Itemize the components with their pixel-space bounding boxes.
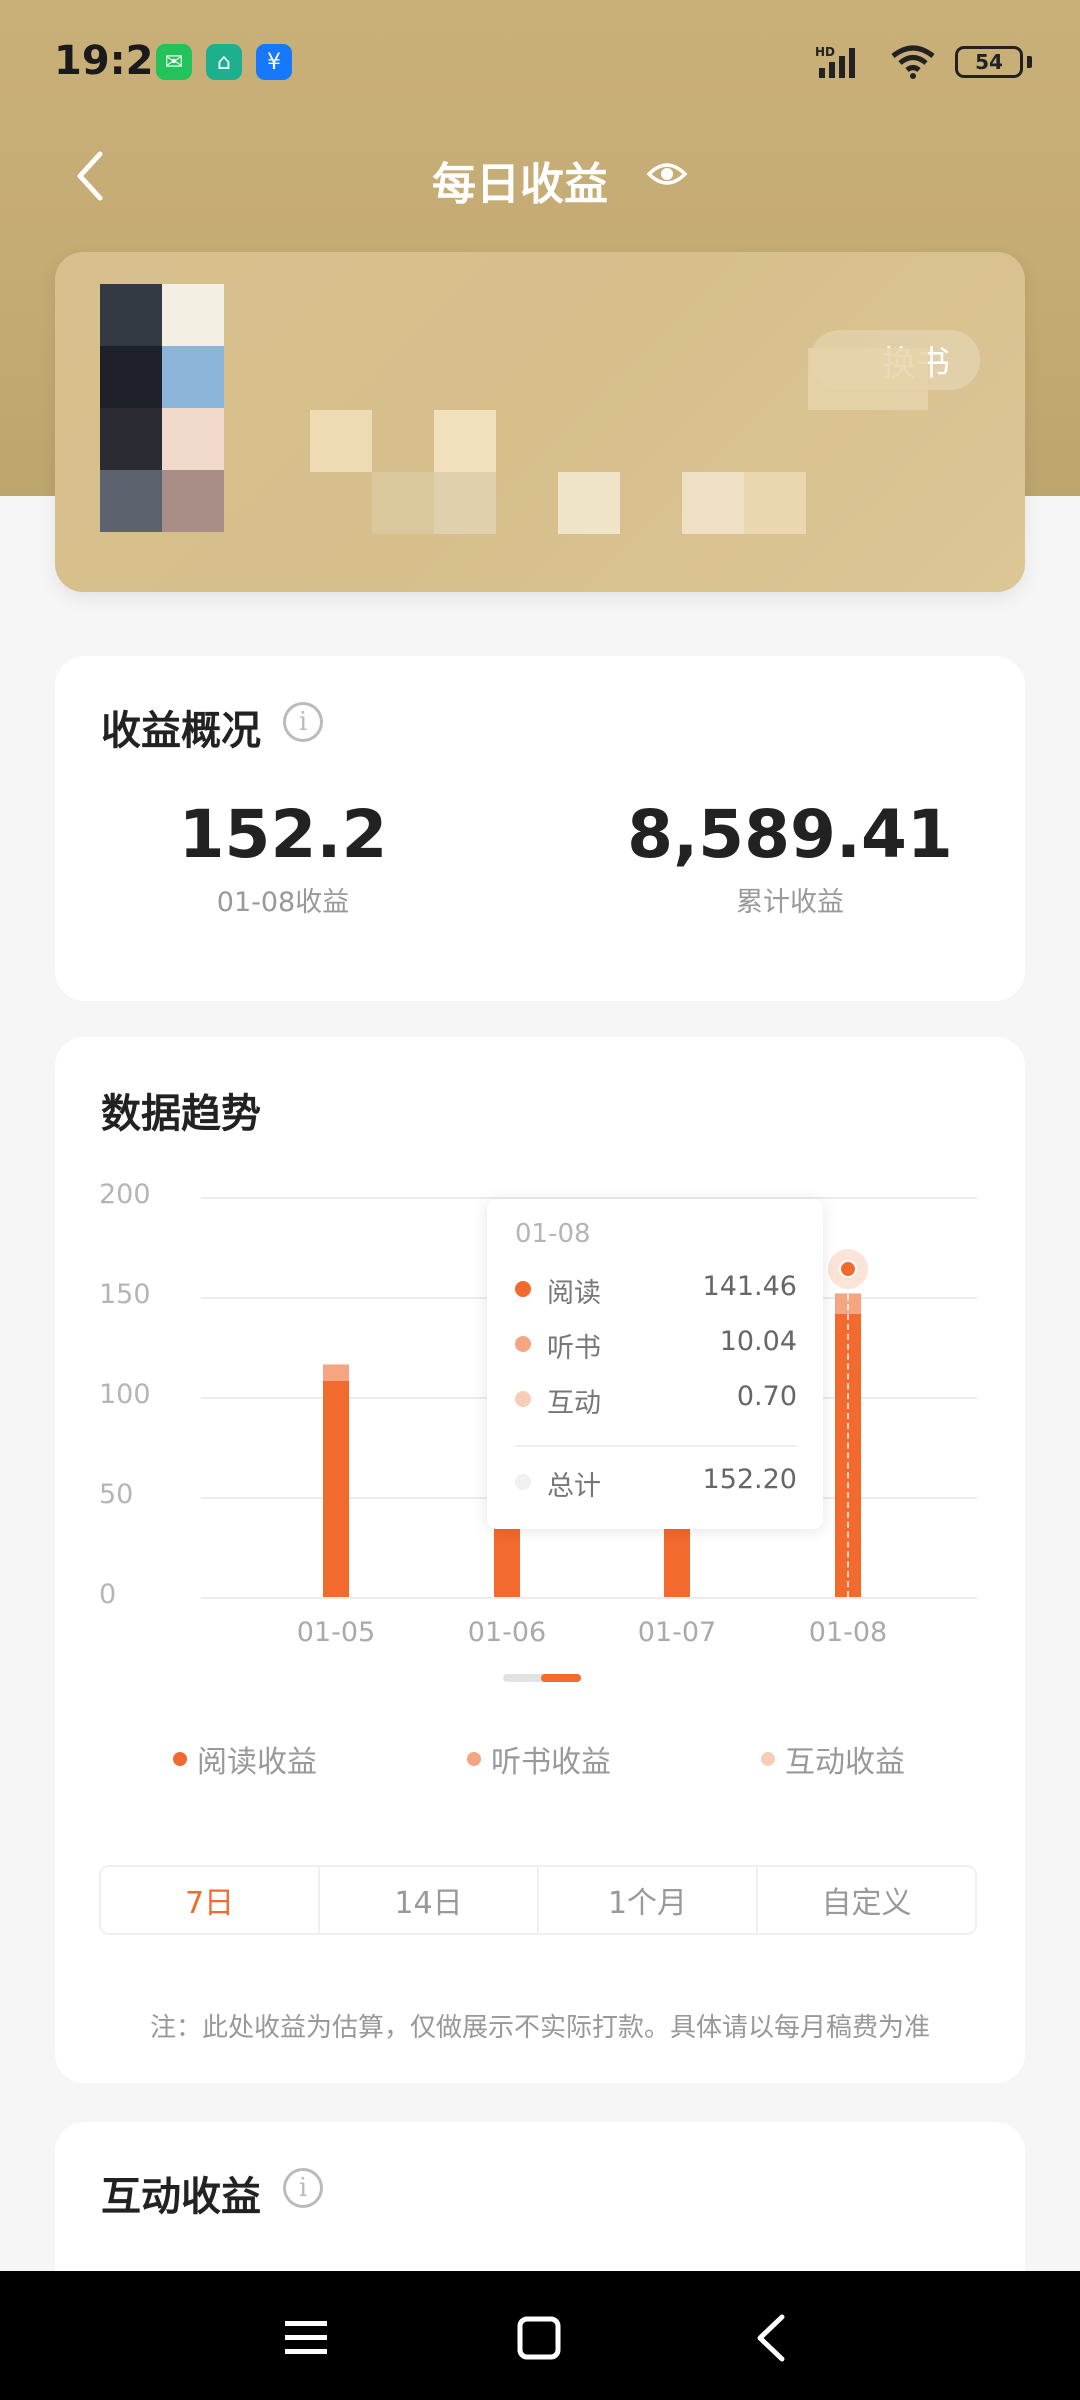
- tooltip-dot: [515, 1336, 531, 1352]
- mi-home-icon: ⌂: [206, 44, 242, 80]
- book-cover: [100, 284, 260, 532]
- tooltip-row: 阅读 141.46: [515, 1267, 797, 1309]
- blurred-text: [744, 472, 806, 534]
- range-tab[interactable]: 1个月: [539, 1867, 758, 1933]
- system-icons: HD 54: [815, 44, 1032, 80]
- cover-pixel: [162, 408, 224, 470]
- tooltip-value: 0.70: [736, 1381, 797, 1412]
- total-earnings-label: 累计收益: [736, 887, 844, 918]
- book-card[interactable]: 换书: [55, 252, 1025, 592]
- tooltip-row: 听书 10.04: [515, 1322, 797, 1364]
- earnings-overview-card: 收益概况 i 152.2 01-08收益 8,589.41 累计收益: [55, 656, 1025, 1001]
- eye-icon[interactable]: [645, 154, 689, 194]
- info-icon[interactable]: i: [283, 702, 323, 742]
- back-icon[interactable]: [746, 2311, 800, 2365]
- range-tab[interactable]: 自定义: [758, 1867, 975, 1933]
- cover-pixel: [100, 284, 162, 346]
- tooltip-value: 10.04: [719, 1326, 797, 1357]
- tooltip-label: 总计: [547, 1471, 601, 1502]
- info-icon[interactable]: i: [283, 2168, 323, 2208]
- battery-icon: 54: [955, 46, 1023, 78]
- range-tab[interactable]: 7日: [101, 1867, 320, 1933]
- notification-icons: ✉ ⌂ ¥: [156, 44, 292, 80]
- cover-pixel: [100, 346, 162, 408]
- y-tick-label: 100: [99, 1379, 151, 1410]
- tooltip-value: 152.20: [702, 1464, 797, 1495]
- y-tick-label: 0: [99, 1579, 117, 1610]
- interaction-title: 互动收益: [101, 2174, 261, 2220]
- y-tick-label: 200: [99, 1179, 151, 1210]
- blurred-button-part: [808, 348, 928, 410]
- cursor-point: [839, 1260, 857, 1278]
- tooltip-row: 互动 0.70: [515, 1377, 797, 1419]
- blurred-text: [372, 472, 434, 534]
- tooltip-separator: [515, 1445, 797, 1447]
- legend-item[interactable]: 互动收益: [761, 1737, 905, 1781]
- tooltip-dot: [515, 1391, 531, 1407]
- bar-01-05-listen[interactable]: [323, 1365, 349, 1381]
- chart-tooltip: 01-08 阅读 141.46 听书 10.04 互动 0.70 总计 152.20: [487, 1199, 823, 1529]
- tooltip-date: 01-08: [515, 1219, 591, 1249]
- page-title: 每日收益: [432, 159, 608, 210]
- cover-pixel: [100, 408, 162, 470]
- x-tick-label: 01-08: [808, 1617, 888, 1648]
- page-header: 每日收益: [0, 130, 1080, 222]
- range-tabs: 7日 14日 1个月 自定义: [99, 1865, 977, 1935]
- home-icon[interactable]: [512, 2311, 566, 2365]
- menu-icon[interactable]: [279, 2311, 333, 2365]
- chart-scroll-thumb: [541, 1674, 581, 1682]
- legend-dot: [761, 1752, 775, 1766]
- x-tick-label: 01-06: [467, 1617, 547, 1648]
- status-bar: 19:26 ✉ ⌂ ¥ HD 54: [0, 0, 1080, 126]
- tooltip-dot: [515, 1474, 531, 1490]
- alipay-icon: ¥: [256, 44, 292, 80]
- y-tick-label: 150: [99, 1279, 151, 1310]
- battery-tip: [1027, 56, 1032, 68]
- bar-01-05-interact[interactable]: [323, 1364, 349, 1365]
- cover-pixel: [162, 284, 224, 346]
- blurred-title: [434, 410, 496, 472]
- blurred-text: [434, 472, 496, 534]
- tooltip-total-row: 总计 152.20: [515, 1460, 797, 1502]
- today-earnings-label: 01-08收益: [216, 887, 350, 918]
- overview-title: 收益概况: [101, 708, 261, 754]
- range-tab[interactable]: 14日: [320, 1867, 539, 1933]
- cover-pixel: [162, 346, 224, 408]
- today-earnings-value: 152.2: [178, 796, 388, 873]
- bar-01-05-read[interactable]: [323, 1381, 349, 1597]
- tooltip-dot: [515, 1281, 531, 1297]
- wifi-icon: [891, 45, 935, 79]
- legend-item[interactable]: 阅读收益: [173, 1737, 317, 1781]
- navigation-bar: [0, 2271, 1080, 2400]
- tooltip-value: 141.46: [702, 1271, 797, 1302]
- x-tick-label: 01-05: [296, 1617, 376, 1648]
- y-tick-label: 50: [99, 1479, 134, 1510]
- blurred-text: [558, 472, 620, 534]
- blurred-title: [310, 410, 372, 472]
- tooltip-label: 阅读: [547, 1278, 601, 1309]
- chart-legend: 阅读收益 听书收益 互动收益: [55, 1737, 1025, 1780]
- blurred-text: [682, 472, 744, 534]
- legend-label: 阅读收益: [197, 1745, 317, 1780]
- legend-label: 互动收益: [785, 1745, 905, 1780]
- earnings-note: 注：此处收益为估算，仅做展示不实际打款。具体请以每月稿费为准: [149, 2013, 930, 2043]
- cover-pixel: [100, 470, 162, 532]
- trend-chart[interactable]: 200 150 100 50 0 01-05 01-06 01-07 01-08 01-08 阅读 1…: [55, 1037, 1025, 1648]
- chart-scroll-indicator: [503, 1674, 581, 1682]
- wechat-icon: ✉: [156, 44, 192, 80]
- total-earnings-value: 8,589.41: [627, 796, 953, 873]
- svg-text:HD: HD: [815, 45, 835, 59]
- grid-line: [201, 1597, 977, 1599]
- tooltip-label: 听书: [547, 1333, 601, 1364]
- legend-label: 听书收益: [491, 1745, 611, 1780]
- legend-item[interactable]: 听书收益: [467, 1737, 611, 1781]
- legend-dot: [173, 1752, 187, 1766]
- legend-dot: [467, 1752, 481, 1766]
- signal-icon: HD: [815, 45, 855, 78]
- tooltip-label: 互动: [547, 1388, 601, 1419]
- cover-pixel: [162, 470, 224, 532]
- x-tick-label: 01-07: [637, 1617, 717, 1648]
- data-trend-card: 数据趋势 200 150 100 50 0 01-05 01-06 01-07 01-08 01-…: [55, 1037, 1025, 2083]
